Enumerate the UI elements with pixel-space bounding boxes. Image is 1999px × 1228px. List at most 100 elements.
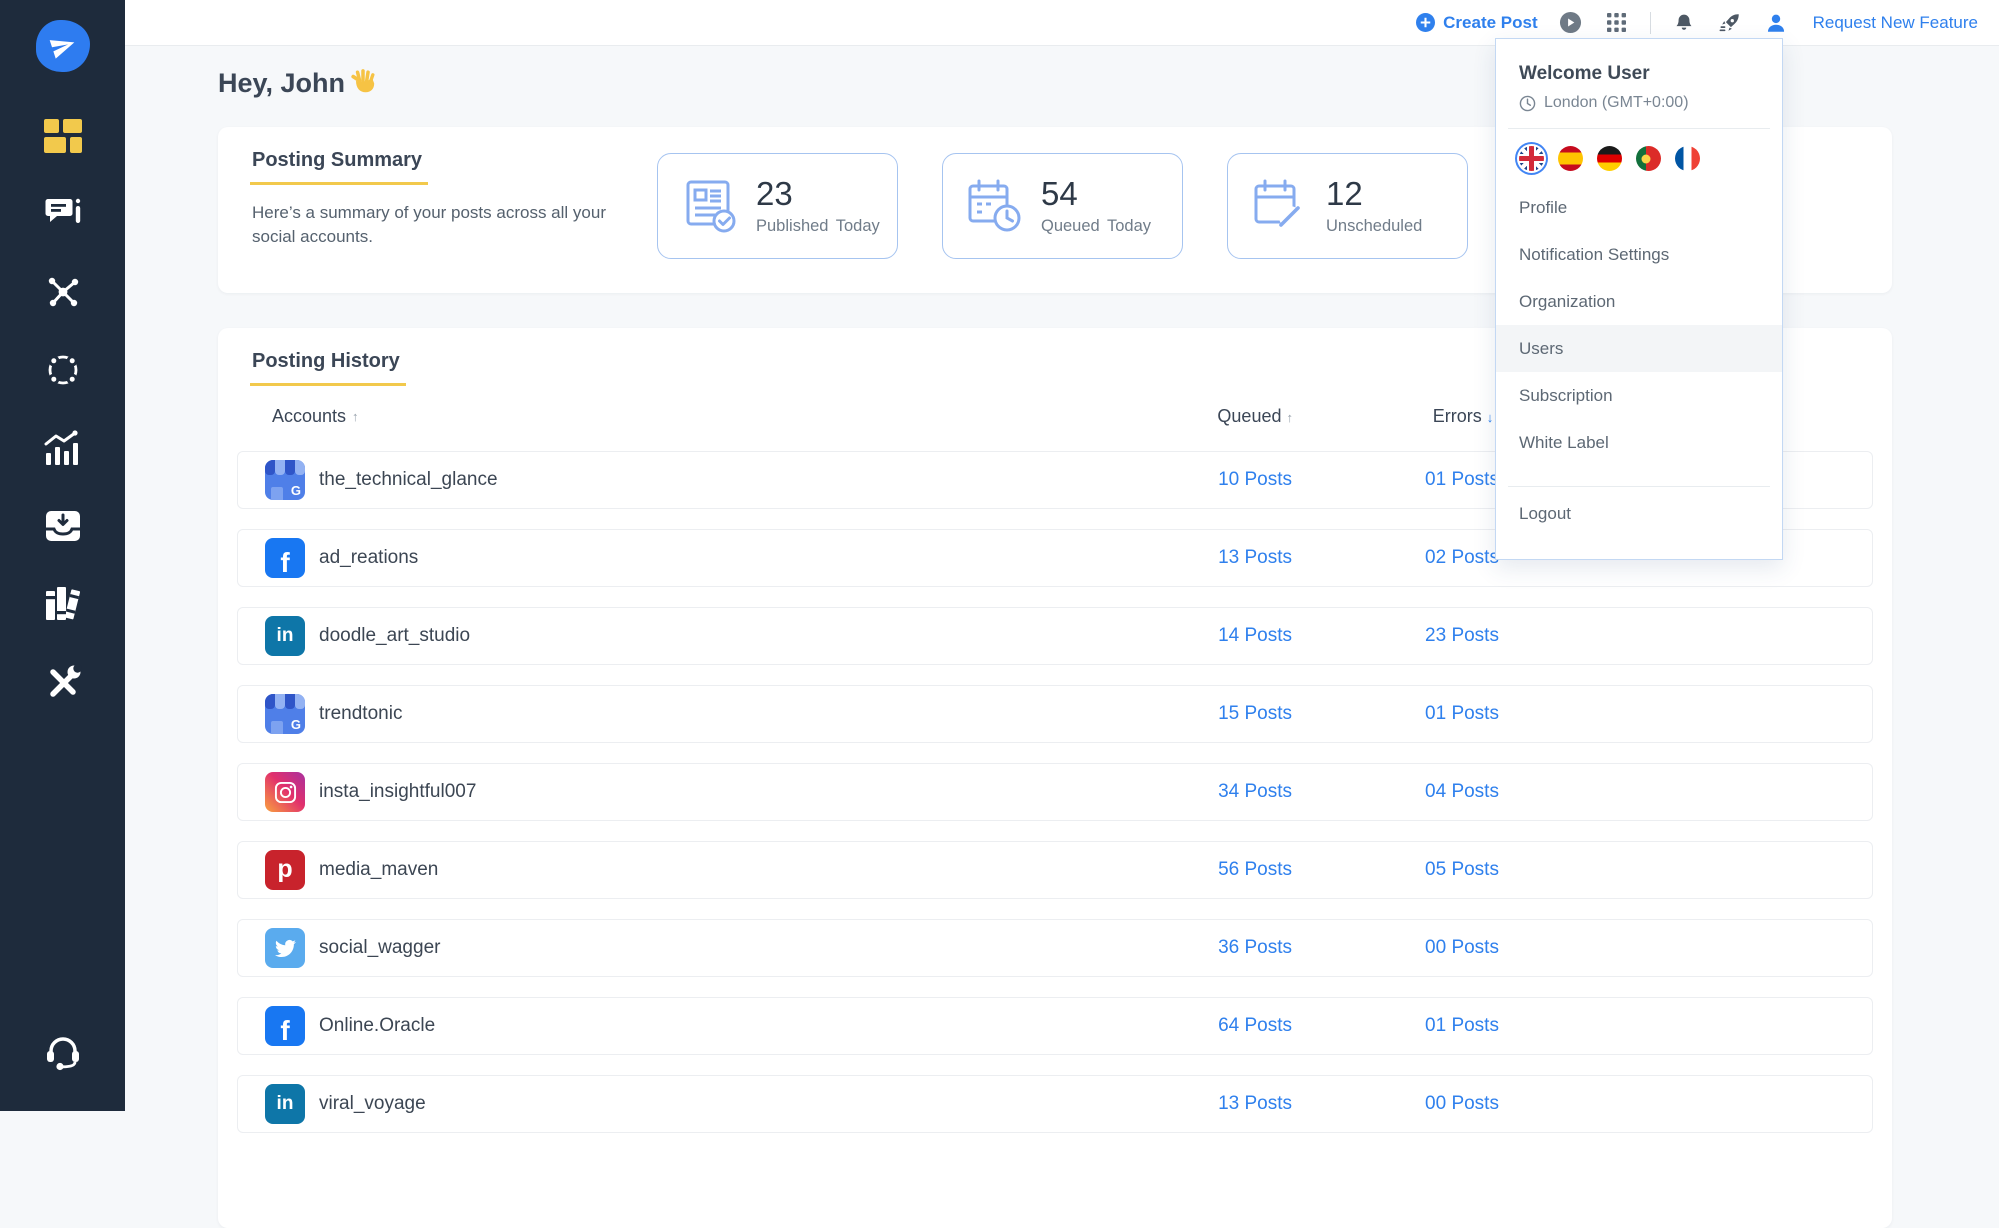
wave-hand-emoji: [349, 66, 377, 101]
timezone-row: London (GMT+0:00): [1519, 94, 1762, 112]
sidebar-item-analytics[interactable]: [43, 430, 83, 466]
welcome-user-label: Welcome User: [1519, 63, 1762, 85]
connect-accounts-icon: [44, 273, 82, 311]
column-header-queued[interactable]: Queued ↑: [1153, 406, 1293, 427]
queued-today-card[interactable]: 54 Queued Today: [942, 153, 1183, 259]
sidebar-nav: [43, 118, 83, 700]
published-document-check-icon: [680, 177, 738, 235]
language-flag-es[interactable]: [1558, 146, 1583, 171]
error-posts-link[interactable]: 01 Posts: [1425, 1015, 1499, 1037]
sidebar-item-tools[interactable]: [43, 664, 83, 700]
whats-new-rocket-icon[interactable]: [1717, 10, 1743, 36]
google-business-icon: G: [265, 694, 305, 734]
account-name: the_technical_glance: [319, 469, 498, 491]
table-row[interactable]: insta_insightful007 34 Posts 04 Posts: [237, 763, 1873, 821]
menu-item-white-label[interactable]: White Label: [1496, 419, 1782, 466]
queued-posts-link[interactable]: 14 Posts: [1218, 625, 1292, 647]
queued-posts-link[interactable]: 10 Posts: [1218, 469, 1292, 491]
unscheduled-card[interactable]: 12 Unscheduled: [1227, 153, 1468, 259]
error-posts-link[interactable]: 00 Posts: [1425, 1093, 1499, 1115]
account-name: insta_insightful007: [319, 781, 476, 803]
menu-item-logout[interactable]: Logout: [1496, 490, 1782, 537]
error-posts-link[interactable]: 00 Posts: [1425, 937, 1499, 959]
topbar-separator: [1650, 12, 1651, 34]
support-headset-icon: [43, 1034, 83, 1072]
notifications-bell-icon[interactable]: [1671, 10, 1697, 36]
queued-posts-link[interactable]: 34 Posts: [1218, 781, 1292, 803]
published-today-card[interactable]: 23 Published Today: [657, 153, 898, 259]
user-account-icon[interactable]: [1763, 10, 1789, 36]
queued-posts-link[interactable]: 56 Posts: [1218, 859, 1292, 881]
language-flag-fr[interactable]: [1675, 146, 1700, 171]
facebook-icon: f: [265, 1006, 305, 1046]
unscheduled-count: 12: [1326, 177, 1422, 210]
socialpilot-logo[interactable]: [36, 20, 90, 72]
language-flag-de[interactable]: [1597, 146, 1622, 171]
queued-posts-link[interactable]: 36 Posts: [1218, 937, 1292, 959]
tools-icon: [44, 663, 82, 701]
summary-cards: 23 Published Today 54: [657, 153, 1468, 259]
sidebar-item-posts[interactable]: [43, 196, 83, 232]
error-posts-link[interactable]: 01 Posts: [1425, 703, 1499, 725]
queued-posts-link[interactable]: 64 Posts: [1218, 1015, 1292, 1037]
language-flag-en[interactable]: [1519, 146, 1544, 171]
error-posts-link[interactable]: 05 Posts: [1425, 859, 1499, 881]
plus-icon: [1416, 13, 1435, 32]
published-label: Published Today: [756, 217, 880, 236]
column-header-accounts[interactable]: Accounts ↑: [237, 406, 1153, 427]
request-new-feature-link[interactable]: Request New Feature: [1813, 13, 1978, 33]
sidebar-item-connect[interactable]: [43, 274, 83, 310]
table-row[interactable]: f Online.Oracle 64 Posts 01 Posts: [237, 997, 1873, 1055]
queued-posts-link[interactable]: 15 Posts: [1218, 703, 1292, 725]
posting-summary-description: Here’s a summary of your posts across al…: [252, 201, 652, 249]
play-circle-icon[interactable]: [1558, 10, 1584, 36]
sidebar-item-library[interactable]: [43, 586, 83, 622]
table-row[interactable]: in doodle_art_studio 14 Posts 23 Posts: [237, 607, 1873, 665]
user-menu-header: Welcome User London (GMT+0:00): [1496, 39, 1782, 112]
sort-desc-icon: ↓: [1487, 410, 1494, 425]
posting-history-title: Posting History: [250, 350, 406, 386]
sidebar: [0, 0, 125, 1111]
queued-posts-link[interactable]: 13 Posts: [1218, 547, 1292, 569]
facebook-icon: f: [265, 538, 305, 578]
sidebar-item-groups[interactable]: [43, 352, 83, 388]
menu-item-users[interactable]: Users: [1496, 325, 1782, 372]
menu-divider: [1508, 486, 1770, 487]
sidebar-item-dashboard[interactable]: [43, 118, 83, 154]
content-library-icon: [43, 586, 83, 622]
posting-summary-title: Posting Summary: [250, 149, 428, 185]
create-post-label: Create Post: [1443, 13, 1537, 33]
instagram-icon: [265, 772, 305, 812]
apps-grid-icon[interactable]: [1604, 10, 1630, 36]
calendar-slash-icon: [1250, 177, 1308, 235]
sidebar-item-support[interactable]: [43, 1035, 83, 1071]
account-name: doodle_art_studio: [319, 625, 470, 647]
error-posts-link[interactable]: 01 Posts: [1425, 469, 1499, 491]
menu-item-organization[interactable]: Organization: [1496, 278, 1782, 325]
menu-item-profile[interactable]: Profile: [1496, 184, 1782, 231]
create-post-button[interactable]: Create Post: [1416, 13, 1537, 33]
table-row[interactable]: G trendtonic 15 Posts 01 Posts: [237, 685, 1873, 743]
user-dropdown-menu: Welcome User London (GMT+0:00) ProfileNo…: [1495, 38, 1783, 560]
sort-asc-icon: ↑: [352, 409, 359, 424]
queued-count: 54: [1041, 177, 1151, 210]
table-row[interactable]: social_wagger 36 Posts 00 Posts: [237, 919, 1873, 977]
google-business-icon: G: [265, 460, 305, 500]
table-row[interactable]: in viral_voyage 13 Posts 00 Posts: [237, 1075, 1873, 1133]
error-posts-link[interactable]: 23 Posts: [1425, 625, 1499, 647]
error-posts-link[interactable]: 04 Posts: [1425, 781, 1499, 803]
pinterest-icon: p: [265, 850, 305, 890]
account-name: media_maven: [319, 859, 438, 881]
language-flag-pt[interactable]: [1636, 146, 1661, 171]
menu-item-notification-settings[interactable]: Notification Settings: [1496, 231, 1782, 278]
timezone-label: London (GMT+0:00): [1544, 94, 1689, 112]
error-posts-link[interactable]: 02 Posts: [1425, 547, 1499, 569]
table-row[interactable]: p media_maven 56 Posts 05 Posts: [237, 841, 1873, 899]
queued-posts-link[interactable]: 13 Posts: [1218, 1093, 1292, 1115]
sidebar-item-inbox[interactable]: [43, 508, 83, 544]
unscheduled-label: Unscheduled: [1326, 217, 1422, 236]
linkedin-icon: in: [265, 1084, 305, 1124]
analytics-icon: [44, 430, 82, 466]
sort-asc-icon: ↑: [1287, 410, 1294, 425]
menu-item-subscription[interactable]: Subscription: [1496, 372, 1782, 419]
